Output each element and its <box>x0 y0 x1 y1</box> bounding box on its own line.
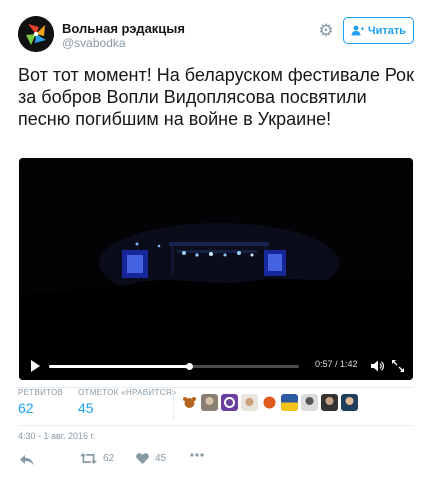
avatar[interactable] <box>18 16 54 52</box>
like-button[interactable]: 45 <box>136 453 166 464</box>
liker-avatar[interactable] <box>201 394 218 411</box>
tweet-stats: РЕТВИТОВ 62 ОТМЕТОК «НРАВИТСЯ» 45 <box>18 388 414 424</box>
gear-icon[interactable]: ⚙ <box>318 22 334 39</box>
tweet-header: Вольная рэдакцыя @svabodka ⚙ Читать <box>18 14 416 54</box>
retweet-button[interactable]: 62 <box>80 453 114 464</box>
reply-button[interactable] <box>20 455 34 466</box>
video-time: 0:57 / 1:42 <box>315 359 358 369</box>
liker-avatar[interactable] <box>181 394 198 411</box>
likes-label: ОТМЕТОК «НРАВИТСЯ» <box>78 388 177 397</box>
progress-bar[interactable] <box>49 363 299 370</box>
tweet-text: Вот тот момент! На беларуском фестивале … <box>18 65 414 129</box>
divider <box>18 425 414 426</box>
volume-icon[interactable] <box>371 360 384 372</box>
liker-avatar[interactable] <box>221 394 238 411</box>
author-name[interactable]: Вольная рэдакцыя <box>62 21 185 36</box>
add-user-icon <box>351 25 364 36</box>
liker-avatar[interactable] <box>241 394 258 411</box>
progress-handle[interactable] <box>186 363 193 370</box>
video-controls: 0:57 / 1:42 <box>19 352 413 380</box>
play-icon[interactable] <box>29 360 41 372</box>
more-button[interactable] <box>190 453 204 457</box>
video-frame <box>19 158 413 380</box>
liker-avatar[interactable] <box>301 394 318 411</box>
liker-avatar[interactable] <box>281 394 298 411</box>
retweets-stat[interactable]: РЕТВИТОВ 62 <box>18 388 63 416</box>
heart-icon <box>136 453 149 464</box>
tweet-actions: 62 45 <box>18 450 318 472</box>
likes-count: 45 <box>78 400 94 416</box>
progress-fill <box>49 365 189 368</box>
stats-separator <box>173 390 174 420</box>
reply-icon <box>20 455 34 466</box>
liker-avatar[interactable] <box>261 394 278 411</box>
retweet-icon <box>80 453 97 464</box>
like-count: 45 <box>155 453 167 464</box>
liker-avatars <box>181 394 358 411</box>
author-handle[interactable]: @svabodka <box>62 36 185 51</box>
liker-avatar[interactable] <box>321 394 338 411</box>
liker-avatar[interactable] <box>341 394 358 411</box>
more-icon <box>190 453 204 457</box>
retweets-count: 62 <box>18 400 34 416</box>
likes-stat[interactable]: ОТМЕТОК «НРАВИТСЯ» 45 <box>78 388 176 416</box>
retweets-label: РЕТВИТОВ <box>18 388 64 397</box>
follow-label: Читать <box>367 24 407 37</box>
retweet-count: 62 <box>103 453 115 464</box>
fullscreen-icon[interactable] <box>392 360 404 372</box>
video-player[interactable]: 0:57 / 1:42 <box>19 158 413 380</box>
tweet-timestamp[interactable]: 4:30 - 1 авг. 2016 г. <box>18 431 95 441</box>
follow-button[interactable]: Читать <box>343 17 414 44</box>
